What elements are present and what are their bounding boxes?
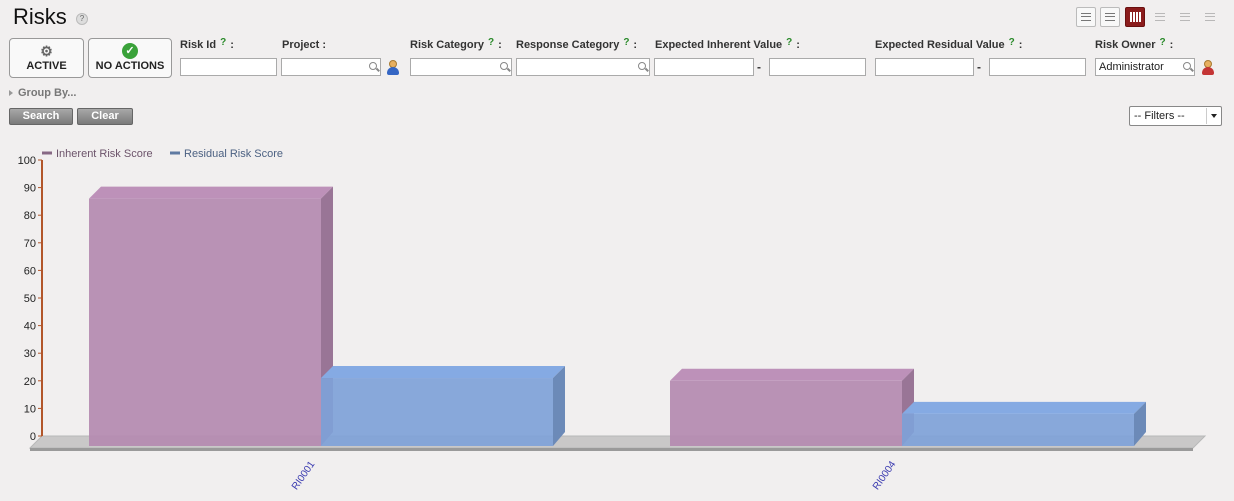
y-tick-label: 80 bbox=[24, 210, 36, 222]
x-tick-label: RI0004 bbox=[871, 459, 899, 492]
project-input[interactable] bbox=[281, 58, 381, 76]
person-remove-icon[interactable] bbox=[1201, 60, 1215, 76]
grid-view-button[interactable] bbox=[1200, 7, 1220, 27]
residual-value-min-input[interactable] bbox=[875, 58, 974, 76]
y-tick-label: 30 bbox=[24, 348, 36, 360]
search-icon[interactable] bbox=[500, 62, 508, 70]
legend-label: Inherent Risk Score bbox=[56, 148, 153, 160]
risk-score-chart: 0 10 20 30 40 50 60 70 80 90 100 RI0001 RI0004 Inhere… bbox=[18, 148, 1207, 492]
grid-view-icon bbox=[1205, 13, 1215, 21]
bar bbox=[89, 198, 321, 446]
legend-label: Residual Risk Score bbox=[184, 148, 283, 160]
y-tick-label: 10 bbox=[24, 403, 36, 415]
search-icon[interactable] bbox=[369, 62, 377, 70]
no-actions-state-label: NO ACTIONS bbox=[95, 60, 165, 72]
gantt-view-icon bbox=[1180, 13, 1190, 21]
bar bbox=[321, 378, 553, 446]
chart-view-icon bbox=[1130, 12, 1141, 22]
risk-category-input[interactable] bbox=[410, 58, 512, 76]
list-view-button[interactable] bbox=[1076, 7, 1096, 27]
calendar-view-icon bbox=[1155, 13, 1165, 21]
person-icon[interactable] bbox=[386, 60, 400, 76]
detail-view-icon bbox=[1105, 13, 1115, 21]
page-title: Risks bbox=[13, 4, 67, 29]
y-tick-label: 0 bbox=[30, 431, 36, 443]
y-tick-label: 60 bbox=[24, 265, 36, 277]
bar bbox=[902, 413, 1134, 446]
inherent-value-min-input[interactable] bbox=[654, 58, 754, 76]
range-separator: - bbox=[757, 60, 761, 74]
chart-floor-edge bbox=[30, 448, 1193, 451]
project-label: Project : bbox=[282, 39, 327, 51]
bar-top bbox=[670, 368, 914, 381]
y-tick-label: 100 bbox=[18, 155, 36, 167]
list-view-icon bbox=[1081, 13, 1091, 21]
clear-button[interactable]: Clear bbox=[77, 108, 133, 125]
no-actions-state-button[interactable]: ✓ NO ACTIONS bbox=[88, 38, 172, 78]
check-icon: ✓ bbox=[122, 43, 138, 59]
search-icon[interactable] bbox=[1183, 62, 1191, 70]
y-tick-label: 90 bbox=[24, 183, 36, 195]
y-tick-label: 50 bbox=[24, 293, 36, 305]
expected-residual-value-label: Expected Residual Value?: bbox=[875, 37, 1023, 51]
y-tick-label: 40 bbox=[24, 321, 36, 333]
active-state-label: ACTIVE bbox=[26, 60, 67, 72]
filters-dropdown-value: -- Filters -- bbox=[1134, 110, 1185, 122]
triangle-right-icon bbox=[9, 90, 13, 96]
detail-view-button[interactable] bbox=[1100, 7, 1120, 27]
bar-top bbox=[321, 366, 565, 379]
risk-id-input[interactable] bbox=[180, 58, 277, 76]
search-icon[interactable] bbox=[638, 62, 646, 70]
active-state-button[interactable]: ⚙ ACTIVE bbox=[9, 38, 84, 78]
search-button[interactable]: Search bbox=[9, 108, 73, 125]
gantt-view-button[interactable] bbox=[1175, 7, 1195, 27]
y-tick-label: 20 bbox=[24, 376, 36, 388]
help-icon[interactable]: ? bbox=[76, 13, 88, 25]
risk-owner-label: Risk Owner?: bbox=[1095, 37, 1174, 51]
calendar-view-button[interactable] bbox=[1150, 7, 1170, 27]
inherent-value-max-input[interactable] bbox=[769, 58, 866, 76]
response-category-input[interactable] bbox=[516, 58, 650, 76]
chart-view-button[interactable] bbox=[1125, 7, 1145, 27]
gears-icon: ⚙ bbox=[40, 43, 53, 59]
group-by-toggle[interactable]: Group By... bbox=[9, 87, 76, 99]
y-tick-label: 70 bbox=[24, 238, 36, 250]
risk-id-label: Risk Id?: bbox=[180, 37, 234, 51]
risk-category-label: Risk Category?: bbox=[410, 37, 502, 51]
range-separator: - bbox=[977, 60, 981, 74]
response-category-label: Response Category?: bbox=[516, 37, 638, 51]
bar-top bbox=[902, 401, 1146, 414]
chevron-down-icon[interactable] bbox=[1206, 108, 1220, 124]
bar-side bbox=[553, 366, 565, 446]
risk-owner-input[interactable]: Administrator bbox=[1095, 58, 1195, 76]
residual-value-max-input[interactable] bbox=[989, 58, 1086, 76]
expected-inherent-value-label: Expected Inherent Value?: bbox=[655, 37, 800, 51]
bar bbox=[670, 380, 902, 446]
filters-dropdown[interactable]: -- Filters -- bbox=[1129, 106, 1222, 126]
bar-top bbox=[89, 186, 333, 199]
x-tick-label: RI0001 bbox=[290, 459, 318, 492]
